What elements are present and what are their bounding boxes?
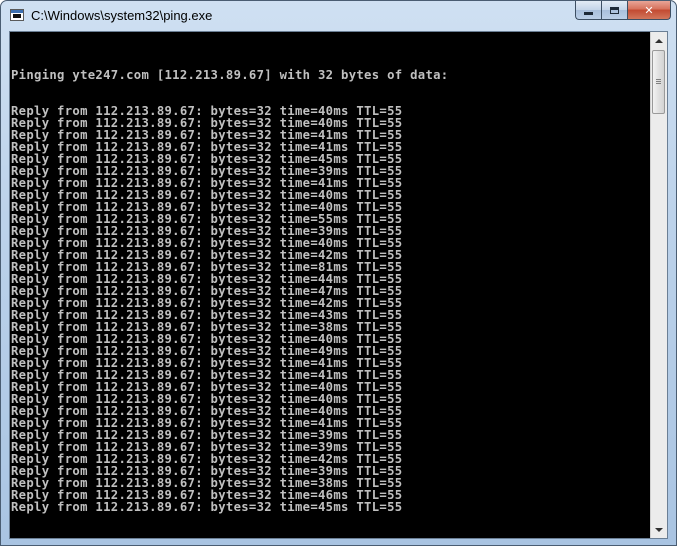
vertical-scrollbar[interactable] bbox=[650, 32, 667, 538]
scroll-down-arrow-icon bbox=[655, 527, 663, 532]
minimize-button[interactable] bbox=[575, 1, 601, 20]
console-area[interactable]: Pinging yte247.com [112.213.89.67] with … bbox=[9, 31, 668, 539]
scroll-up-button[interactable] bbox=[651, 32, 667, 49]
close-icon: ✕ bbox=[644, 3, 654, 17]
scroll-thumb[interactable] bbox=[652, 50, 665, 114]
console-output: Pinging yte247.com [112.213.89.67] with … bbox=[11, 45, 651, 513]
title-bar[interactable]: C:\Windows\system32\ping.exe ✕ bbox=[1, 1, 676, 31]
console-header-line: Pinging yte247.com [112.213.89.67] with … bbox=[11, 68, 449, 82]
maximize-button[interactable] bbox=[601, 1, 627, 20]
maximize-icon bbox=[610, 6, 619, 14]
caption-buttons: ✕ bbox=[575, 1, 671, 21]
console-window: C:\Windows\system32\ping.exe ✕ Pinging y… bbox=[0, 0, 677, 546]
scroll-down-button[interactable] bbox=[651, 521, 667, 538]
console-app-icon[interactable] bbox=[10, 9, 24, 21]
minimize-icon bbox=[584, 11, 593, 15]
scroll-up-arrow-icon bbox=[655, 38, 663, 43]
console-reply-line: Reply from 112.213.89.67: bytes=32 time=… bbox=[11, 500, 403, 514]
window-title: C:\Windows\system32\ping.exe bbox=[31, 8, 213, 23]
close-button[interactable]: ✕ bbox=[627, 1, 671, 20]
